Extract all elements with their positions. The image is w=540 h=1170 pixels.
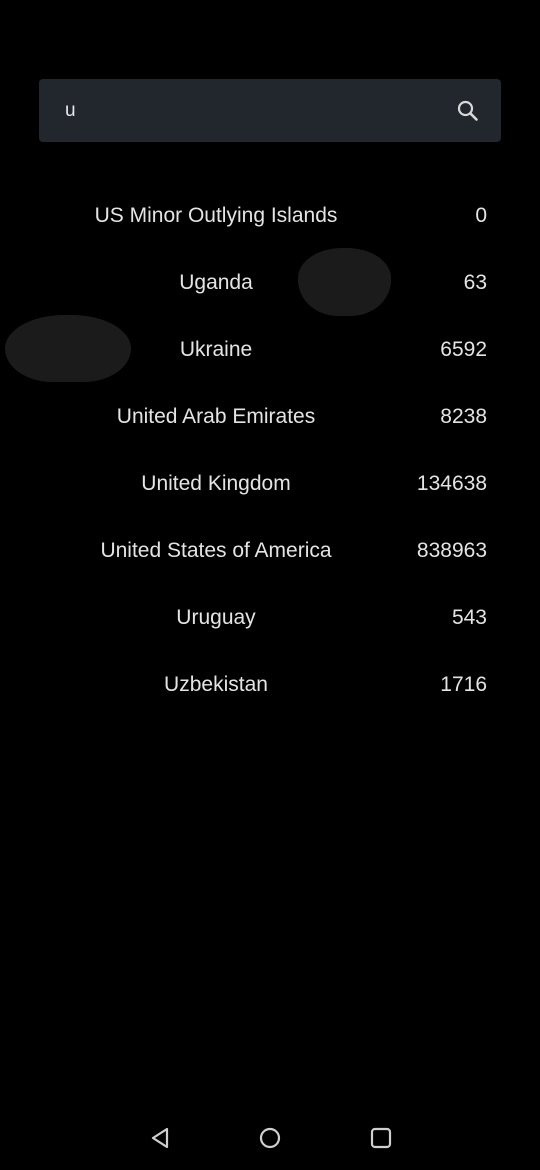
country-name: United States of America xyxy=(100,539,332,562)
list-item[interactable]: US Minor Outlying Islands 0 xyxy=(0,182,540,249)
country-name: US Minor Outlying Islands xyxy=(94,204,338,227)
list-item[interactable]: Ukraine 6592 xyxy=(0,316,540,383)
country-count: 63 xyxy=(463,271,487,294)
list-item[interactable]: United Arab Emirates 8238 xyxy=(0,383,540,450)
list-item[interactable]: United States of America 838963 xyxy=(0,517,540,584)
country-name: Uzbekistan xyxy=(164,673,268,696)
country-name: United Arab Emirates xyxy=(116,405,316,428)
country-count: 1716 xyxy=(440,673,487,696)
home-circle-icon[interactable] xyxy=(257,1125,283,1151)
country-count: 6592 xyxy=(440,338,487,361)
recent-square-icon[interactable] xyxy=(368,1125,394,1151)
country-name: Uganda xyxy=(179,271,253,294)
search-icon[interactable] xyxy=(455,98,481,124)
search-bar[interactable] xyxy=(39,79,501,142)
country-count: 0 xyxy=(475,204,487,227)
country-count: 838963 xyxy=(416,539,487,562)
list-item[interactable]: Uruguay 543 xyxy=(0,584,540,651)
back-triangle-icon[interactable] xyxy=(147,1125,173,1151)
list-item[interactable]: United Kingdom 134638 xyxy=(0,450,540,517)
list-item[interactable]: Uzbekistan 1716 xyxy=(0,651,540,718)
country-count: 134638 xyxy=(416,472,487,495)
country-count: 8238 xyxy=(440,405,487,428)
country-name: Ukraine xyxy=(179,338,253,361)
search-input[interactable] xyxy=(65,79,445,142)
system-nav-bar xyxy=(0,1100,540,1170)
country-count: 543 xyxy=(451,606,487,629)
list-item[interactable]: Uganda 63 xyxy=(0,249,540,316)
country-name: United Kingdom xyxy=(141,472,291,495)
country-list: US Minor Outlying Islands 0 Uganda 63 Uk… xyxy=(0,182,540,718)
country-name: Uruguay xyxy=(176,606,256,629)
